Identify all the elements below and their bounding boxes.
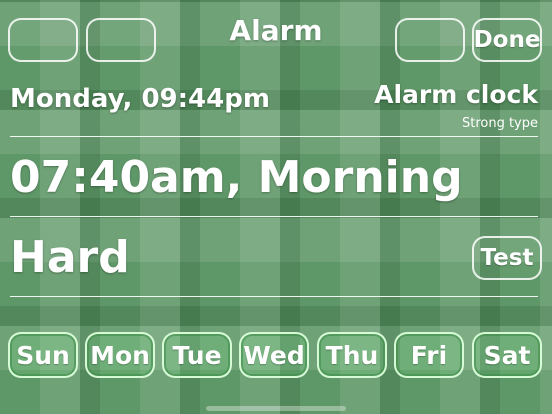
top-right-blank-button[interactable] (395, 18, 465, 62)
divider-2 (10, 216, 538, 217)
day-button-fri[interactable]: Fri (394, 332, 464, 378)
current-datetime: Monday, 09:44pm (10, 84, 270, 114)
divider-1 (10, 136, 538, 137)
alarm-mode-title: Alarm clock (374, 80, 538, 109)
divider-3 (10, 296, 538, 297)
done-button[interactable]: Done (472, 18, 542, 62)
page-title: Alarm (229, 14, 323, 47)
day-button-mon[interactable]: Mon (85, 332, 155, 378)
alarm-time-row[interactable]: 07:40am, Morning (10, 152, 463, 203)
top-left-blank-button-1[interactable] (8, 18, 78, 62)
day-button-sun[interactable]: Sun (8, 332, 78, 378)
test-button[interactable]: Test (472, 236, 542, 280)
day-button-tue[interactable]: Tue (162, 332, 232, 378)
alarm-mode-subtitle: Strong type (461, 116, 538, 131)
day-button-sat[interactable]: Sat (472, 332, 542, 378)
day-button-thu[interactable]: Thu (317, 332, 387, 378)
alarm-difficulty-row[interactable]: Hard (10, 232, 130, 283)
day-button-wed[interactable]: Wed (239, 332, 309, 378)
top-left-blank-button-2[interactable] (86, 18, 156, 62)
home-indicator (206, 406, 346, 411)
